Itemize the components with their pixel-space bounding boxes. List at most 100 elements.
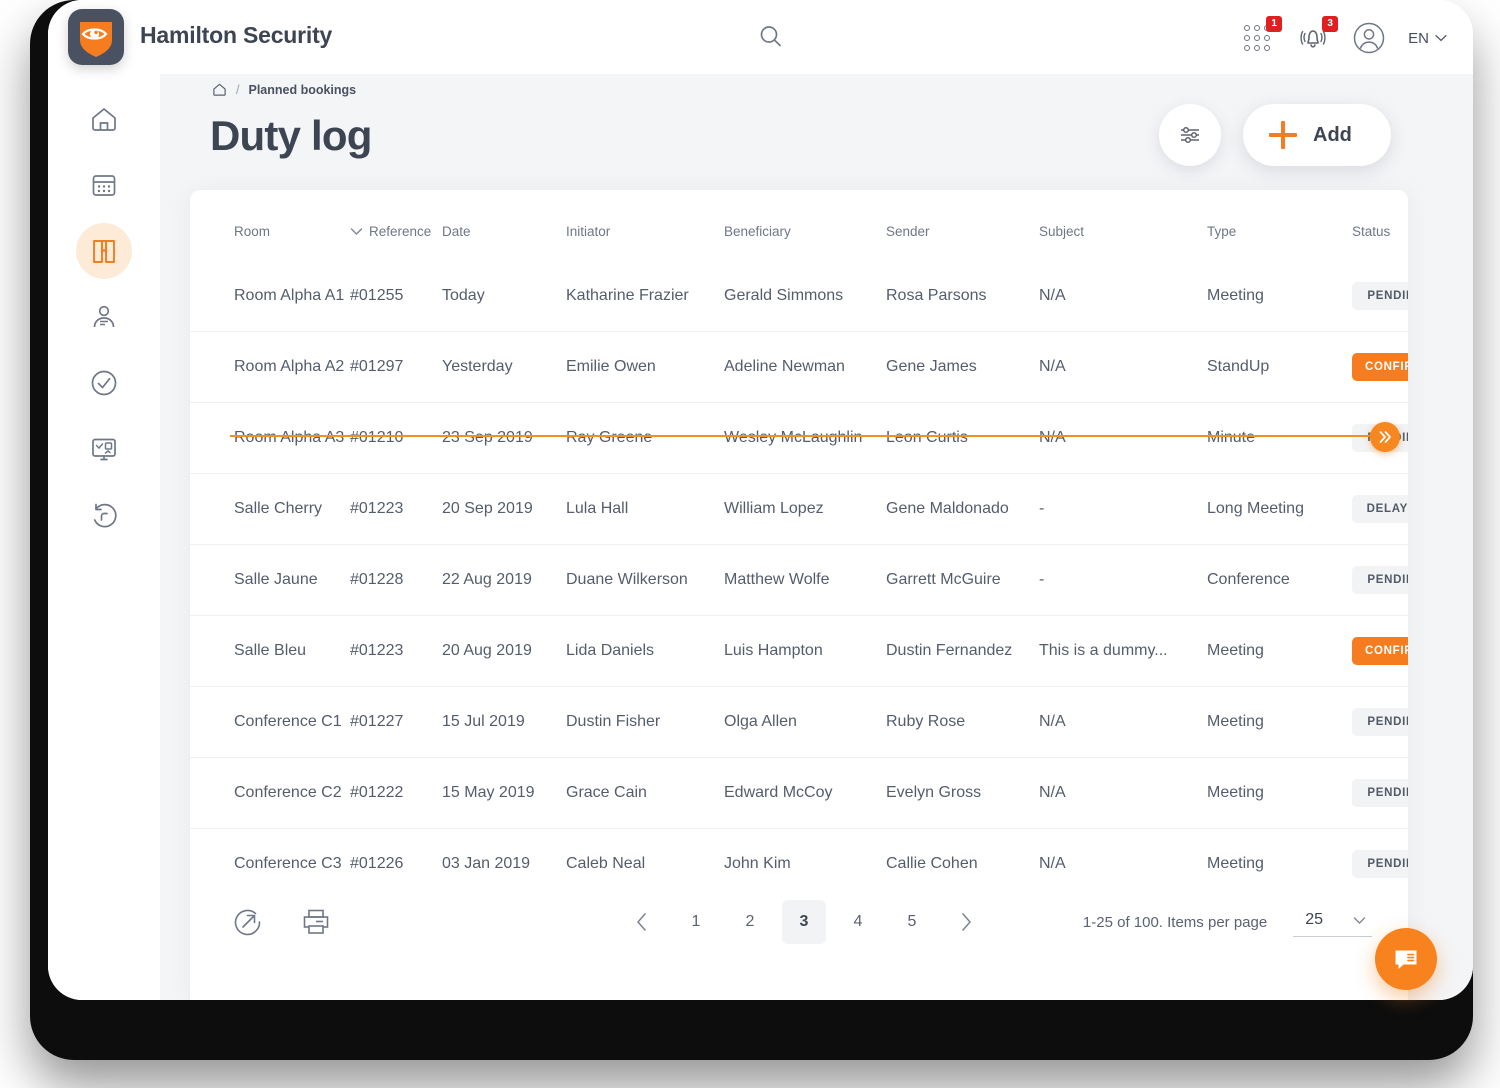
cell-status: PENDING: [1352, 544, 1408, 616]
cell-room: Room Alpha A3: [190, 402, 350, 474]
column-header-initiator[interactable]: Initiator: [566, 190, 724, 261]
apps-badge: 1: [1266, 16, 1283, 32]
scroll-right-button[interactable]: [1370, 422, 1400, 452]
column-header-reference[interactable]: Reference: [350, 190, 442, 261]
page-button-4[interactable]: 4: [836, 900, 880, 944]
cell-date: 22 Aug 2019: [442, 544, 566, 616]
check-circle-icon: [91, 370, 117, 396]
language-selector[interactable]: EN: [1408, 30, 1447, 47]
breadcrumb: / Planned bookings: [212, 82, 356, 97]
cell-beneficiary: Olga Allen: [724, 686, 886, 758]
apps-grid-icon[interactable]: 1: [1240, 16, 1283, 55]
page-actions: Add: [1159, 104, 1391, 166]
table-row[interactable]: Salle Bleu #01223 20 Aug 2019 Lida Daniels L…: [190, 615, 1408, 687]
cell-sender: Rosa Parsons: [886, 287, 987, 304]
cell-room: Conference C1: [190, 686, 350, 758]
breadcrumb-separator: /: [236, 82, 240, 97]
search-icon[interactable]: [756, 22, 786, 52]
cell-reference: #01228: [350, 544, 442, 616]
column-header-beneficiary[interactable]: Beneficiary: [724, 190, 886, 261]
cell-reference: #01222: [350, 757, 442, 829]
sidebar-item-bookings[interactable]: [48, 218, 160, 284]
language-label: EN: [1408, 29, 1429, 47]
cell-type: Meeting: [1207, 757, 1352, 829]
cell-reference: #01297: [350, 331, 442, 403]
print-button[interactable]: [294, 900, 338, 944]
double-chevron-right-icon: [1379, 431, 1391, 443]
sidebar-item-tasks[interactable]: [48, 350, 160, 416]
table-row[interactable]: Salle Jaune #01228 22 Aug 2019 Duane Wilker…: [190, 544, 1408, 616]
table-row[interactable]: Conference C1 #01227 15 Jul 2019 Dustin Fis…: [190, 686, 1408, 758]
cell-type: Meeting: [1207, 686, 1352, 758]
cell-type: Meeting: [1207, 615, 1352, 687]
bell-icon[interactable]: 3: [1296, 16, 1339, 55]
cell-reference: #01223: [350, 615, 442, 687]
sliders-filter-icon: [1181, 126, 1199, 144]
page-button-3[interactable]: 3: [782, 900, 826, 944]
breadcrumb-current[interactable]: Planned bookings: [248, 83, 356, 97]
cell-reference: #01227: [350, 686, 442, 758]
column-header-subject[interactable]: Subject: [1039, 190, 1207, 261]
plus-icon: [1269, 121, 1297, 149]
cell-initiator: Lida Daniels: [566, 615, 724, 687]
table-row[interactable]: Room Alpha A1 #01255 Today Katharine Frazie…: [190, 261, 1408, 332]
column-header-type[interactable]: Type: [1207, 190, 1352, 261]
column-header-status[interactable]: Status: [1352, 190, 1408, 261]
sidebar-item-calendar[interactable]: [48, 152, 160, 218]
status-badge: PENDING: [1352, 850, 1408, 878]
prev-page-button[interactable]: [620, 900, 664, 944]
cell-type: StandUp: [1207, 331, 1352, 403]
column-label: Type: [1207, 224, 1237, 239]
chat-bubble-icon: [1395, 950, 1417, 969]
next-page-button[interactable]: [944, 900, 988, 944]
home-icon[interactable]: [212, 82, 227, 97]
column-header-room[interactable]: Room: [190, 190, 350, 261]
cell-type: Long Meeting: [1207, 473, 1352, 545]
page-button-1[interactable]: 1: [674, 900, 718, 944]
user-avatar-icon[interactable]: [1352, 21, 1386, 55]
sidebar-item-home[interactable]: [48, 86, 160, 152]
add-button-label: Add: [1313, 123, 1352, 146]
cell-room: Salle Bleu: [190, 615, 350, 687]
filter-button[interactable]: [1159, 104, 1221, 166]
add-button[interactable]: Add: [1243, 104, 1391, 166]
cell-status: CONFIRMEND: [1352, 615, 1408, 687]
cell-beneficiary: Wesley McLaughlin: [724, 402, 886, 474]
table-row[interactable]: Conference C2 #01222 15 May 2019 Grace Cain…: [190, 757, 1408, 829]
cell-sender: Dustin Fernandez: [886, 615, 1039, 687]
chevron-down-icon: [1353, 916, 1366, 924]
sidebar-item-dashboard[interactable]: [48, 416, 160, 482]
column-header-sender[interactable]: Sender: [886, 190, 1039, 261]
cell-sender: Gene Maldonado: [886, 473, 1039, 545]
sidebar-item-history[interactable]: [48, 482, 160, 548]
chat-fab-button[interactable]: [1375, 928, 1437, 990]
monitor-chart-icon: [92, 438, 116, 461]
page-title: Duty log: [210, 112, 372, 159]
header-underline: [230, 435, 1384, 437]
cell-beneficiary: Matthew Wolfe: [724, 544, 886, 616]
table-row[interactable]: Room Alpha A2 #01297 Yesterday Emilie Owen A…: [190, 331, 1408, 403]
cell-initiator: Emilie Owen: [566, 331, 724, 403]
shield-eye-logo[interactable]: [68, 9, 124, 65]
column-header-date[interactable]: Date: [442, 190, 566, 261]
cell-beneficiary: Luis Hampton: [724, 615, 886, 687]
cell-room: Salle Cherry: [190, 473, 350, 545]
cell-type: Minute: [1207, 402, 1352, 474]
sidebar-item-contacts[interactable]: [48, 284, 160, 350]
person-card-icon: [93, 305, 115, 328]
cell-subject: -: [1039, 544, 1207, 616]
chevron-down-icon: [350, 228, 363, 235]
table-row[interactable]: Room Alpha A3 #01210 23 Sep 2019 Ray Greene…: [190, 402, 1408, 474]
export-button[interactable]: [226, 900, 270, 944]
cell-initiator: Ray Greene: [566, 402, 724, 474]
per-page-select[interactable]: 25: [1293, 908, 1372, 937]
cell-initiator: Katharine Frazier: [566, 287, 689, 304]
cell-date: Yesterday: [442, 331, 566, 403]
table-row[interactable]: Salle Cherry #01223 20 Sep 2019 Lula Hall Wi…: [190, 473, 1408, 545]
app-screen: Hamilton Security 1 3 EN / Planned booki…: [48, 0, 1473, 1000]
cell-room: Room Alpha A2: [190, 331, 350, 403]
column-label: Subject: [1039, 224, 1085, 239]
page-button-5[interactable]: 5: [890, 900, 934, 944]
page-button-2[interactable]: 2: [728, 900, 772, 944]
status-badge: PENDING: [1352, 282, 1408, 310]
